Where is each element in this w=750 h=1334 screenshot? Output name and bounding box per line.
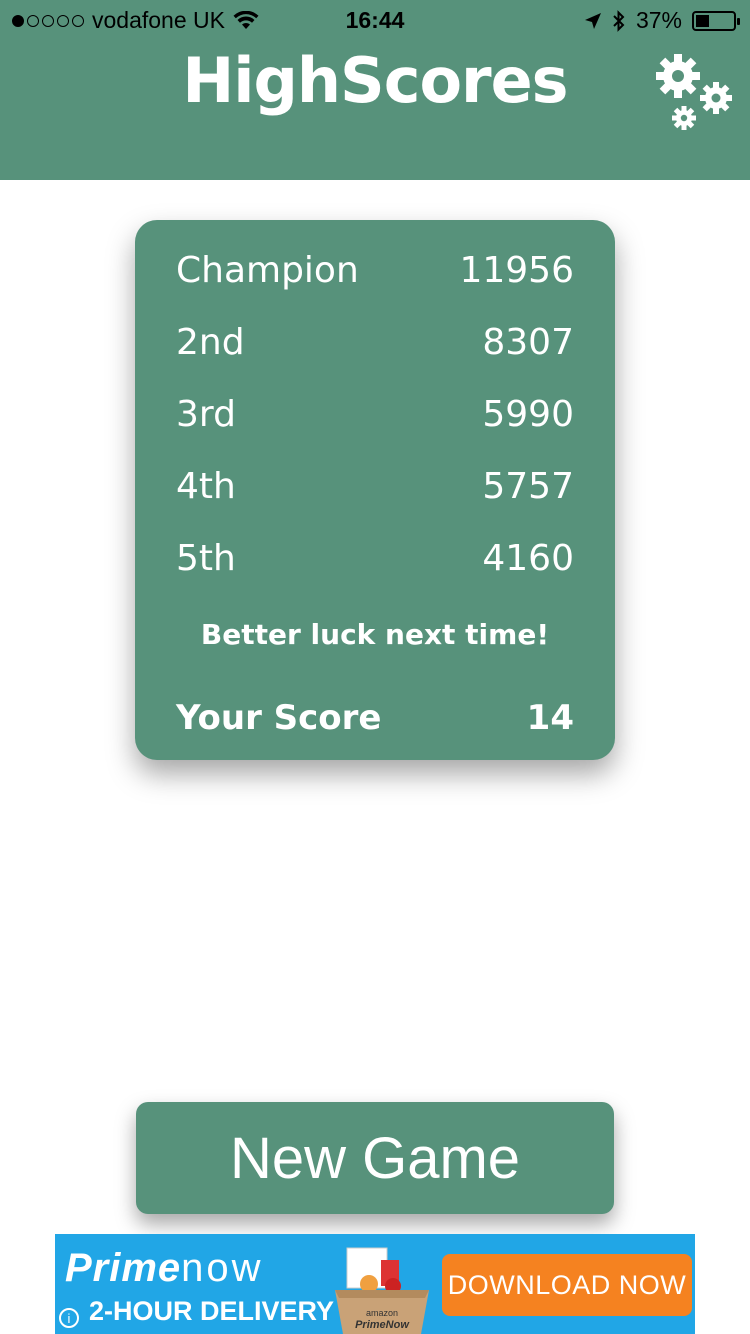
score-value: 5757 [482, 466, 574, 507]
result-message: Better luck next time! [200, 618, 550, 651]
your-score-label: Your Score [176, 698, 382, 738]
score-rank: 3rd [176, 394, 236, 435]
header-bar: vodafone UK 16:44 37% HighScores [0, 0, 750, 180]
score-value: 5990 [482, 394, 574, 435]
battery-icon [692, 10, 740, 31]
ad-brand-logo: Primenow [65, 1246, 264, 1291]
settings-button[interactable] [650, 50, 740, 134]
svg-text:amazon: amazon [366, 1308, 398, 1318]
ad-brand-prime: Prime [65, 1246, 182, 1290]
your-score-row: Your Score 14 [176, 698, 574, 738]
new-game-button[interactable]: New Game [136, 1102, 614, 1214]
ad-banner[interactable]: Primenow 2-HOUR DELIVERY i amazon PrimeN… [55, 1234, 695, 1334]
score-row-5th: 5th 4160 [176, 538, 574, 579]
ad-tagline: 2-HOUR DELIVERY [89, 1296, 335, 1326]
score-value: 8307 [482, 322, 574, 363]
score-row-4th: 4th 5757 [176, 466, 574, 507]
gears-icon [656, 54, 732, 130]
score-rank: Champion [176, 250, 359, 291]
ad-brand-now: now [181, 1246, 264, 1290]
status-bar: vodafone UK 16:44 37% [0, 0, 750, 40]
your-score-value: 14 [526, 698, 574, 738]
highscore-card: Champion 11956 2nd 8307 3rd 5990 4th 575… [135, 220, 615, 760]
battery-percent: 37% [635, 7, 682, 33]
score-row-champion: Champion 11956 [176, 250, 574, 291]
score-row-2nd: 2nd 8307 [176, 322, 574, 363]
delivery-box-image: amazon PrimeNow [335, 1247, 429, 1334]
score-rank: 2nd [176, 322, 245, 363]
page-title: HighScores [182, 44, 568, 117]
score-rank: 4th [176, 466, 236, 507]
svg-text:PrimeNow: PrimeNow [355, 1319, 410, 1331]
location-arrow-icon [584, 12, 601, 29]
ad-info-icon[interactable]: i [59, 1308, 79, 1328]
download-now-button[interactable]: DOWNLOAD NOW [442, 1254, 692, 1316]
status-right: 37% [584, 7, 740, 34]
score-value: 11956 [459, 250, 574, 291]
score-row-3rd: 3rd 5990 [176, 394, 574, 435]
bluetooth-icon [613, 9, 625, 32]
score-value: 4160 [482, 538, 574, 579]
score-rank: 5th [176, 538, 236, 579]
